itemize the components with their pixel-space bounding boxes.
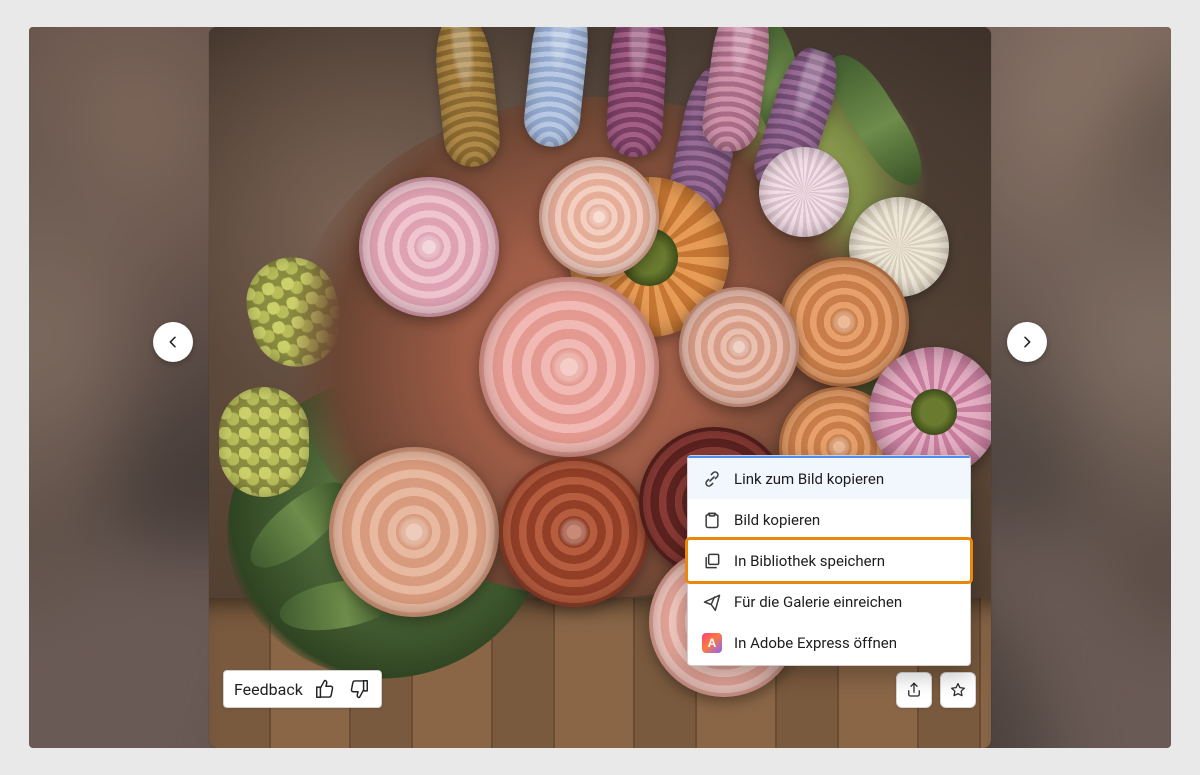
- chevron-right-icon: [1019, 334, 1035, 350]
- image-actions: [896, 672, 976, 708]
- menu-item-copy-link[interactable]: Link zum Bild kopieren: [688, 458, 970, 499]
- thumbs-up-icon: [314, 678, 336, 700]
- menu-item-open-adobe-express[interactable]: A In Adobe Express öffnen: [688, 622, 970, 663]
- thumbs-up-button[interactable]: [313, 677, 337, 701]
- thumbs-down-icon: [348, 678, 370, 700]
- adobe-express-icon: A: [702, 633, 722, 653]
- menu-item-save-library[interactable]: In Bibliothek speichern: [688, 540, 970, 581]
- clipboard-icon: [702, 510, 722, 530]
- menu-item-label: Bild kopieren: [734, 511, 820, 529]
- feedback-bar: Feedback: [223, 670, 382, 708]
- menu-item-label: Für die Galerie einreichen: [734, 593, 902, 611]
- favorite-button[interactable]: [940, 672, 976, 708]
- star-icon: [949, 681, 967, 699]
- chevron-left-icon: [165, 334, 181, 350]
- next-button[interactable]: [1007, 322, 1047, 362]
- prev-button[interactable]: [153, 322, 193, 362]
- menu-item-label: In Bibliothek speichern: [734, 552, 885, 570]
- share-icon: [905, 681, 923, 699]
- menu-item-copy-image[interactable]: Bild kopieren: [688, 499, 970, 540]
- library-icon: [702, 551, 722, 571]
- viewer-frame: Feedback: [29, 27, 1171, 748]
- share-button[interactable]: [896, 672, 932, 708]
- thumbs-down-button[interactable]: [347, 677, 371, 701]
- menu-item-label: In Adobe Express öffnen: [734, 634, 897, 652]
- menu-item-submit-gallery[interactable]: Für die Galerie einreichen: [688, 581, 970, 622]
- menu-item-label: Link zum Bild kopieren: [734, 470, 884, 488]
- link-icon: [702, 469, 722, 489]
- feedback-label: Feedback: [234, 680, 303, 699]
- context-menu: Link zum Bild kopieren Bild kopieren In …: [687, 455, 971, 666]
- send-icon: [702, 592, 722, 612]
